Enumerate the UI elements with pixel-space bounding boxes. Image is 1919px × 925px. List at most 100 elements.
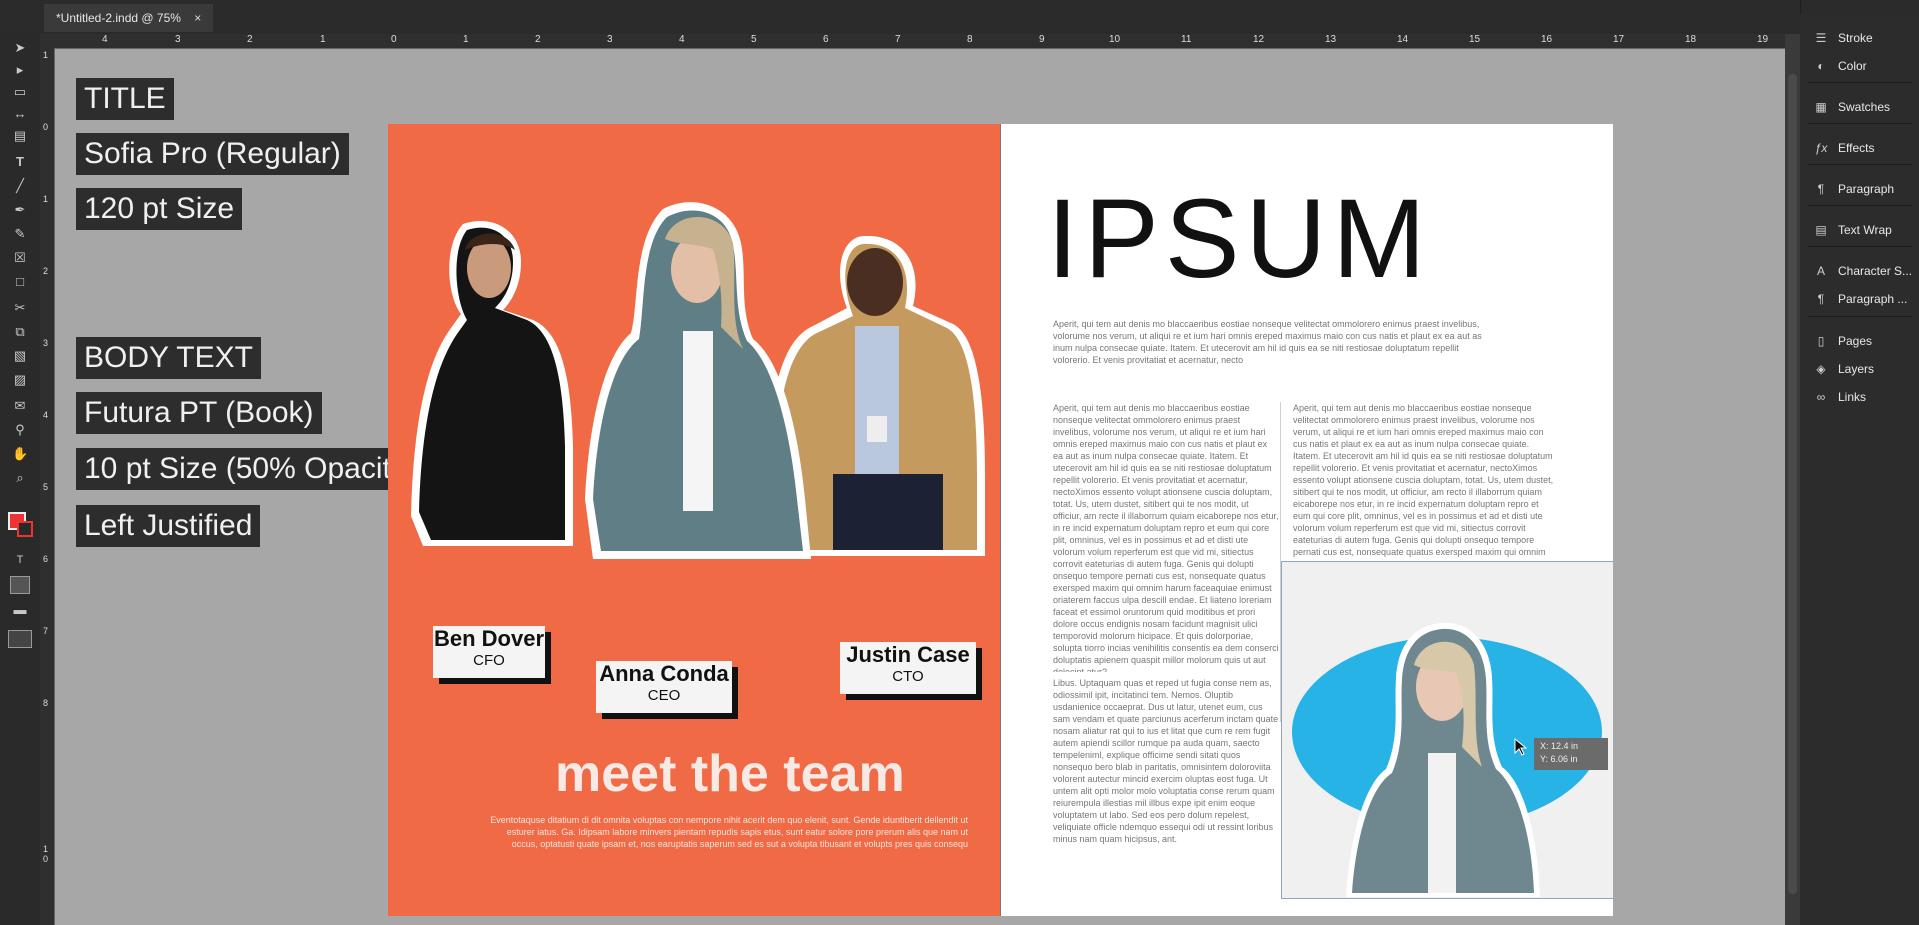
person-figure-anna (585, 202, 811, 560)
text-wrap-icon: ▤ (1815, 223, 1827, 237)
ruler-tick: 5 (751, 34, 757, 45)
free-transform-icon[interactable]: ⧉ (12, 324, 28, 340)
tooltip-x: X: 12.4 in (1540, 741, 1579, 751)
panel-paragraph[interactable]: ¶ Paragraph (1812, 178, 1894, 200)
panel-separator (1808, 246, 1912, 247)
panel-label: Text Wrap (1838, 223, 1892, 237)
vertical-scrollbar[interactable] (1785, 34, 1800, 925)
zoom-tool-icon[interactable]: ⌕ (12, 470, 28, 486)
body-column-1-continued[interactable]: Libus. Uptaquam quas et reped ut fugia c… (1053, 677, 1279, 853)
team-photo-ben[interactable] (403, 216, 573, 547)
panel-character-styles[interactable]: A Character S... (1812, 260, 1912, 282)
page-tool-icon[interactable]: ▭ (12, 84, 28, 100)
ruler-tick: 4 (43, 410, 49, 420)
annotation-body-size[interactable]: 10 pt Size (50% Opacity) (76, 448, 424, 490)
annotation-title-font[interactable]: Sofia Pro (Regular) (76, 133, 349, 175)
apply-none-icon[interactable] (10, 576, 30, 594)
panel-effects[interactable]: ƒx Effects (1812, 137, 1875, 159)
nameplate-anna[interactable]: Anna Conda CEO (596, 661, 732, 713)
panel-label: Character S... (1838, 264, 1913, 278)
pen-tool-icon[interactable]: ✒ (12, 202, 28, 218)
gradient-swatch-icon[interactable]: ▧ (12, 348, 28, 364)
selection-icon[interactable]: ➤ (12, 40, 28, 56)
direct-selection-icon[interactable]: ▸ (12, 62, 28, 78)
ruler-tick: 1 0 (43, 844, 49, 864)
eyedropper-icon[interactable]: ⚲ (12, 422, 28, 438)
panel-separator (1808, 205, 1912, 206)
left-page-body-text[interactable]: Eventotaquse ditatium di dit omnita volu… (488, 814, 968, 850)
image-frame[interactable] (1281, 561, 1613, 899)
panel-label: Pages (1838, 334, 1873, 348)
panel-links[interactable]: ∞ Links (1812, 386, 1866, 408)
type-tool-icon[interactable]: T (12, 154, 28, 170)
ruler-tick: 8 (43, 698, 49, 708)
team-member-name: Ben Dover (433, 626, 545, 651)
ruler-tick: 3 (43, 338, 49, 348)
document-tab[interactable]: *Untitled-2.indd @ 75% × (44, 4, 214, 32)
pencil-tool-icon[interactable]: ✎ (12, 226, 28, 242)
panel-paragraph-styles[interactable]: ¶ Paragraph ... (1812, 288, 1908, 310)
ruler-tick: 8 (967, 34, 973, 45)
left-page[interactable]: Ben Dover CFO Anna Conda CEO Justin Case… (388, 124, 1000, 916)
ruler-tick: 0 (43, 122, 49, 132)
formatting-affects-text-icon[interactable]: T (12, 552, 28, 568)
rectangle-frame-icon[interactable]: ☒ (12, 250, 28, 266)
panel-pages[interactable]: ▯ Pages (1812, 330, 1872, 352)
intro-paragraph[interactable]: Aperit, qui tem aut denis mo blaccaeribu… (1053, 318, 1493, 366)
mouse-cursor-icon (1514, 738, 1528, 756)
panel-label: Color (1838, 59, 1867, 73)
ruler-tick: 14 (1397, 34, 1409, 45)
panel-text-wrap[interactable]: ▤ Text Wrap (1812, 219, 1892, 241)
annotation-body-font[interactable]: Futura PT (Book) (76, 392, 322, 434)
character-styles-icon: A (1816, 264, 1825, 278)
horizontal-ruler[interactable]: 4 3 2 1 0 1 2 3 4 5 6 7 8 9 10 11 12 13 … (40, 34, 1785, 49)
panel-separator (1808, 316, 1912, 317)
view-mode-icon[interactable]: ▬ (12, 602, 28, 618)
panel-label: Links (1838, 390, 1867, 404)
tooltip-y: Y: 6.06 in (1540, 754, 1578, 764)
gradient-feather-icon[interactable]: ▨ (12, 372, 28, 388)
scrollbar-thumb[interactable] (1788, 74, 1797, 894)
pages-icon: ▯ (1817, 334, 1825, 348)
page-title[interactable]: IPSUM (1047, 174, 1432, 303)
right-page[interactable]: IPSUM Aperit, qui tem aut denis mo blacc… (1001, 124, 1613, 916)
screen-mode-icon[interactable] (8, 630, 32, 648)
ruler-tick: 2 (247, 34, 253, 45)
rectangle-tool-icon[interactable]: □ (12, 274, 28, 290)
headline-meet-the-team[interactable]: meet the team (555, 744, 905, 804)
close-tab-icon[interactable]: × (194, 11, 201, 25)
panel-swatches[interactable]: ▦ Swatches (1812, 96, 1890, 118)
ruler-tick: 11 (1181, 34, 1192, 45)
panel-label: Paragraph (1838, 182, 1895, 196)
vertical-ruler[interactable]: 1 0 1 2 3 4 5 6 7 8 1 0 (40, 48, 55, 925)
team-member-role: CTO (892, 668, 924, 685)
body-column-1[interactable]: Aperit, qui tem aut denis mo blaccaeribu… (1053, 402, 1279, 672)
body-column-2[interactable]: Aperit, qui tem aut denis mo blaccaeribu… (1293, 402, 1555, 558)
annotation-title-size[interactable]: 120 pt Size (76, 188, 243, 230)
panel-color[interactable]: ◐ Color (1812, 55, 1867, 77)
nameplate-justin[interactable]: Justin Case CTO (840, 642, 976, 694)
team-photo-anna[interactable] (583, 199, 813, 560)
layers-icon: ◈ (1816, 362, 1826, 376)
annotation-body-align[interactable]: Left Justified (76, 505, 261, 547)
color-icon: ◐ (1817, 59, 1825, 73)
stroke-icon: ☰ (1815, 31, 1827, 45)
ruler-tick: 5 (43, 482, 49, 492)
nameplate-ben[interactable]: Ben Dover CFO (433, 626, 545, 678)
line-tool-icon[interactable]: ╱ (12, 178, 28, 194)
panel-layers[interactable]: ◈ Layers (1812, 358, 1874, 380)
ruler-tick: 13 (1325, 34, 1337, 45)
panel-separator (1808, 123, 1912, 124)
ruler-tick: 1 (43, 194, 49, 204)
note-tool-icon[interactable]: ✉ (12, 398, 28, 414)
content-collector-icon[interactable]: ▤ (12, 128, 28, 144)
gap-tool-icon[interactable]: ↔ (12, 106, 28, 122)
links-icon: ∞ (1816, 390, 1826, 404)
scissors-icon[interactable]: ✂ (12, 300, 28, 316)
annotation-title-heading[interactable]: TITLE (76, 78, 174, 120)
panel-stroke[interactable]: ☰ Stroke (1812, 27, 1873, 49)
ruler-tick: 1 (463, 34, 469, 45)
hand-tool-icon[interactable]: ✋ (12, 446, 28, 462)
annotation-body-heading[interactable]: BODY TEXT (76, 337, 261, 379)
stroke-swatch[interactable] (17, 521, 33, 537)
